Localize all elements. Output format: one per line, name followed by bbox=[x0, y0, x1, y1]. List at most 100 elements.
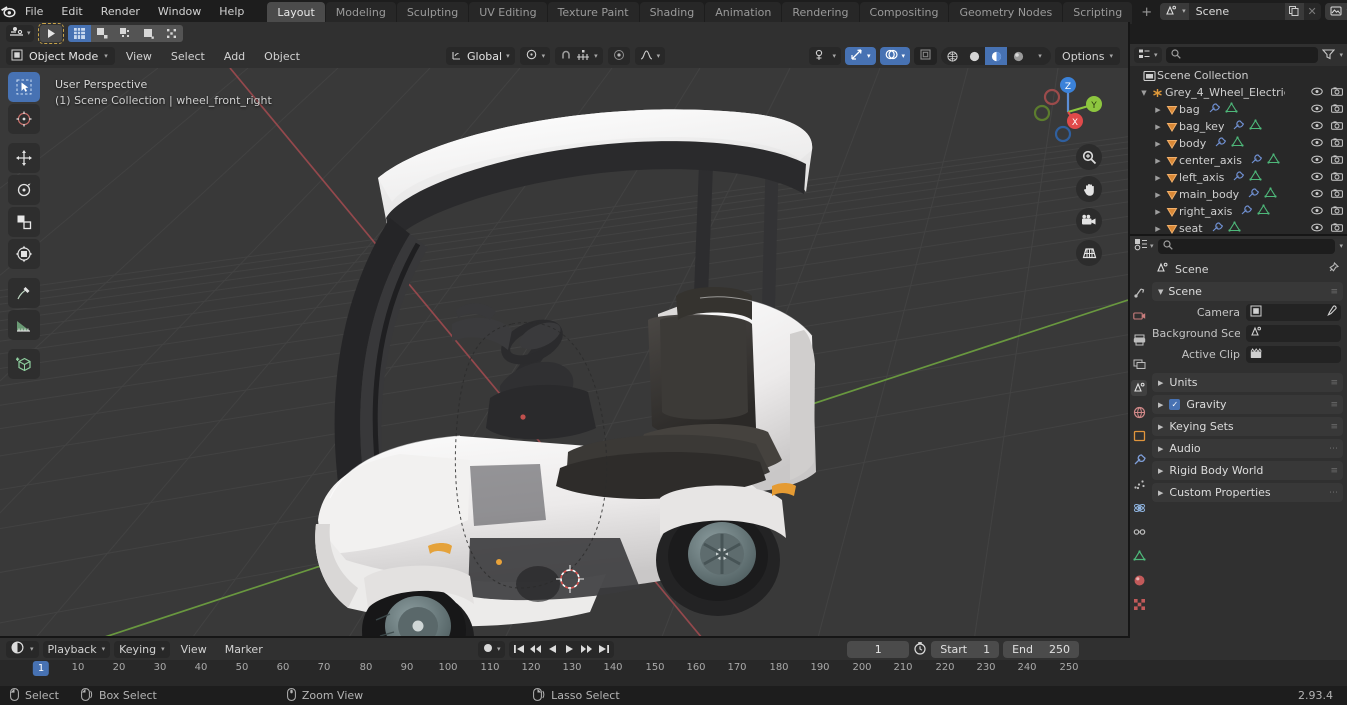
proportional-editing-controls[interactable] bbox=[607, 47, 630, 65]
snap-vertex-icon[interactable] bbox=[90, 24, 114, 42]
disclosure-triangle-icon[interactable]: ▶ bbox=[1152, 123, 1164, 131]
jump-to-end-button[interactable] bbox=[596, 642, 612, 657]
outliner-row-root[interactable]: ▼ Grey_4_Wheel_Electric_Scoo bbox=[1130, 84, 1347, 101]
outliner-search-input[interactable] bbox=[1165, 47, 1319, 63]
tool-tab[interactable] bbox=[1131, 284, 1147, 300]
tool-rotate[interactable] bbox=[8, 175, 40, 205]
workspace-tab-scripting[interactable]: Scripting bbox=[1063, 2, 1133, 24]
ortho-persp-button[interactable] bbox=[1076, 240, 1102, 266]
disclosure-triangle-icon[interactable]: ▶ bbox=[1152, 191, 1164, 199]
chevron-down-icon[interactable]: ▾ bbox=[1154, 51, 1158, 59]
pin-icon[interactable] bbox=[1327, 261, 1340, 277]
timeline-editor-type-selector[interactable]: ▾ bbox=[6, 640, 39, 658]
zoom-view-button[interactable] bbox=[1076, 144, 1102, 170]
viewport-options-button[interactable]: Options ▾ bbox=[1055, 47, 1120, 65]
end-frame-field[interactable]: End 250 bbox=[1003, 640, 1079, 658]
data-tab[interactable] bbox=[1131, 548, 1147, 564]
gizmo-toggle[interactable]: ▾ bbox=[845, 47, 876, 65]
play-button[interactable] bbox=[562, 642, 578, 657]
jump-to-start-button[interactable] bbox=[511, 642, 527, 657]
audio-panel-header[interactable]: ▶ Audio ⋯ bbox=[1152, 439, 1343, 458]
active-clip-field[interactable] bbox=[1246, 346, 1341, 363]
3d-viewport[interactable]: User Perspective (1) Scene Collection | … bbox=[0, 68, 1128, 638]
gravity-panel-header[interactable]: ▶ ✓ Gravity ≡ bbox=[1152, 395, 1343, 414]
outliner-row-scene-collection[interactable]: Scene Collection bbox=[1130, 67, 1347, 84]
wireframe-icon[interactable] bbox=[941, 47, 963, 65]
mesh-data-icon[interactable] bbox=[1257, 204, 1270, 219]
outliner-row-object[interactable]: ▶ main_body bbox=[1130, 186, 1347, 203]
camera-icon[interactable] bbox=[1331, 188, 1343, 201]
chevron-right-icon[interactable]: ▶ bbox=[1158, 467, 1163, 475]
auto-keying-toggle[interactable]: ▾ bbox=[478, 640, 505, 658]
chevron-down-icon[interactable]: ▾ bbox=[1339, 51, 1343, 59]
material-tab[interactable] bbox=[1131, 572, 1147, 588]
x-icon[interactable]: ✕ bbox=[1304, 3, 1321, 20]
outliner-row-object[interactable]: ▶ body bbox=[1130, 135, 1347, 152]
object-visibility-selector[interactable]: ▾ bbox=[809, 47, 841, 65]
gravity-checkbox[interactable]: ✓ bbox=[1169, 399, 1181, 410]
chevron-down-icon[interactable]: ▼ bbox=[1158, 288, 1163, 296]
workspace-tab-animation[interactable]: Animation bbox=[705, 2, 782, 24]
particles-tab[interactable] bbox=[1131, 476, 1147, 492]
custom-properties-panel-header[interactable]: ▶ Custom Properties ⋯ bbox=[1152, 483, 1343, 502]
magnet-icon[interactable] bbox=[560, 49, 572, 64]
snap-increment-icon[interactable] bbox=[576, 49, 590, 64]
material-preview-icon[interactable] bbox=[985, 47, 1008, 65]
tool-add-cube[interactable] bbox=[8, 349, 40, 379]
camera-icon[interactable] bbox=[1331, 171, 1343, 184]
timeline-menu-marker[interactable]: Marker bbox=[218, 640, 270, 659]
camera-field[interactable] bbox=[1246, 304, 1341, 321]
workspace-tab-rendering[interactable]: Rendering bbox=[782, 2, 859, 24]
next-keyframe-button[interactable] bbox=[579, 642, 595, 657]
stopwatch-icon[interactable] bbox=[913, 641, 927, 658]
snap-grid-icon[interactable] bbox=[67, 24, 91, 42]
play-animation-button[interactable] bbox=[37, 22, 64, 44]
disclosure-triangle-icon[interactable]: ▶ bbox=[1152, 174, 1164, 182]
camera-icon[interactable] bbox=[1331, 120, 1343, 133]
chevron-down-icon[interactable]: ▾ bbox=[902, 52, 906, 60]
disclosure-triangle-icon[interactable]: ▼ bbox=[1138, 89, 1150, 97]
texture-tab[interactable] bbox=[1131, 596, 1147, 612]
filter-funnel-icon[interactable] bbox=[1322, 48, 1336, 63]
output-tab[interactable] bbox=[1131, 332, 1147, 348]
camera-icon[interactable] bbox=[1331, 154, 1343, 167]
scene-name[interactable]: Scene bbox=[1189, 3, 1285, 20]
chevron-right-icon[interactable]: ▶ bbox=[1158, 379, 1163, 387]
menu-help[interactable]: Help bbox=[210, 2, 253, 21]
modifier-tab[interactable] bbox=[1131, 452, 1147, 468]
mesh-data-icon[interactable] bbox=[1231, 136, 1244, 151]
outliner-editor[interactable]: ▾ ▾ Scene Collection ▼ Grey_4_Wheel_Elec… bbox=[1130, 44, 1347, 234]
viewport-menu-add[interactable]: Add bbox=[216, 47, 253, 66]
keying-menu[interactable]: Keying ▾ bbox=[114, 640, 170, 658]
snap-volume-icon[interactable] bbox=[159, 24, 183, 42]
workspace-tab-modeling[interactable]: Modeling bbox=[325, 2, 396, 24]
outliner-row-object[interactable]: ▶ seat bbox=[1130, 220, 1347, 234]
timeline-menu-view[interactable]: View bbox=[174, 640, 214, 659]
chevron-down-icon[interactable]: ▾ bbox=[506, 52, 510, 60]
background-scene-field[interactable] bbox=[1246, 325, 1341, 342]
camera-icon[interactable] bbox=[1331, 86, 1343, 99]
eyedropper-icon[interactable] bbox=[1325, 305, 1337, 320]
camera-icon[interactable] bbox=[1331, 205, 1343, 218]
eye-icon[interactable] bbox=[1311, 222, 1323, 234]
scene-panel-header[interactable]: ▼ Scene ≡ bbox=[1152, 282, 1343, 301]
scene-tab[interactable] bbox=[1131, 380, 1147, 396]
overlays-toggle[interactable]: ▾ bbox=[879, 47, 911, 65]
eye-icon[interactable] bbox=[1311, 120, 1323, 133]
chevron-down-icon[interactable]: ▾ bbox=[542, 52, 546, 60]
outliner-row-object[interactable]: ▶ right_axis bbox=[1130, 203, 1347, 220]
rendered-icon[interactable] bbox=[1007, 47, 1029, 65]
modifier-icon[interactable] bbox=[1211, 221, 1223, 235]
chevron-right-icon[interactable]: ▶ bbox=[1158, 489, 1163, 497]
modifier-icon[interactable] bbox=[1232, 119, 1245, 134]
chevron-down-icon[interactable]: ▾ bbox=[102, 645, 106, 653]
navigation-gizmo[interactable]: Z Y X bbox=[1030, 72, 1106, 148]
eye-icon[interactable] bbox=[1311, 205, 1323, 218]
keying-sets-panel-header[interactable]: ▶ Keying Sets ≡ bbox=[1152, 417, 1343, 436]
viewport-menu-view[interactable]: View bbox=[118, 47, 160, 66]
snapping-controls[interactable]: ▾ bbox=[555, 47, 603, 65]
pan-view-button[interactable] bbox=[1076, 176, 1102, 202]
workspace-tab-layout[interactable]: Layout bbox=[267, 2, 325, 24]
outliner-row-object[interactable]: ▶ center_axis bbox=[1130, 152, 1347, 169]
chevron-down-icon[interactable]: ▾ bbox=[497, 645, 501, 653]
